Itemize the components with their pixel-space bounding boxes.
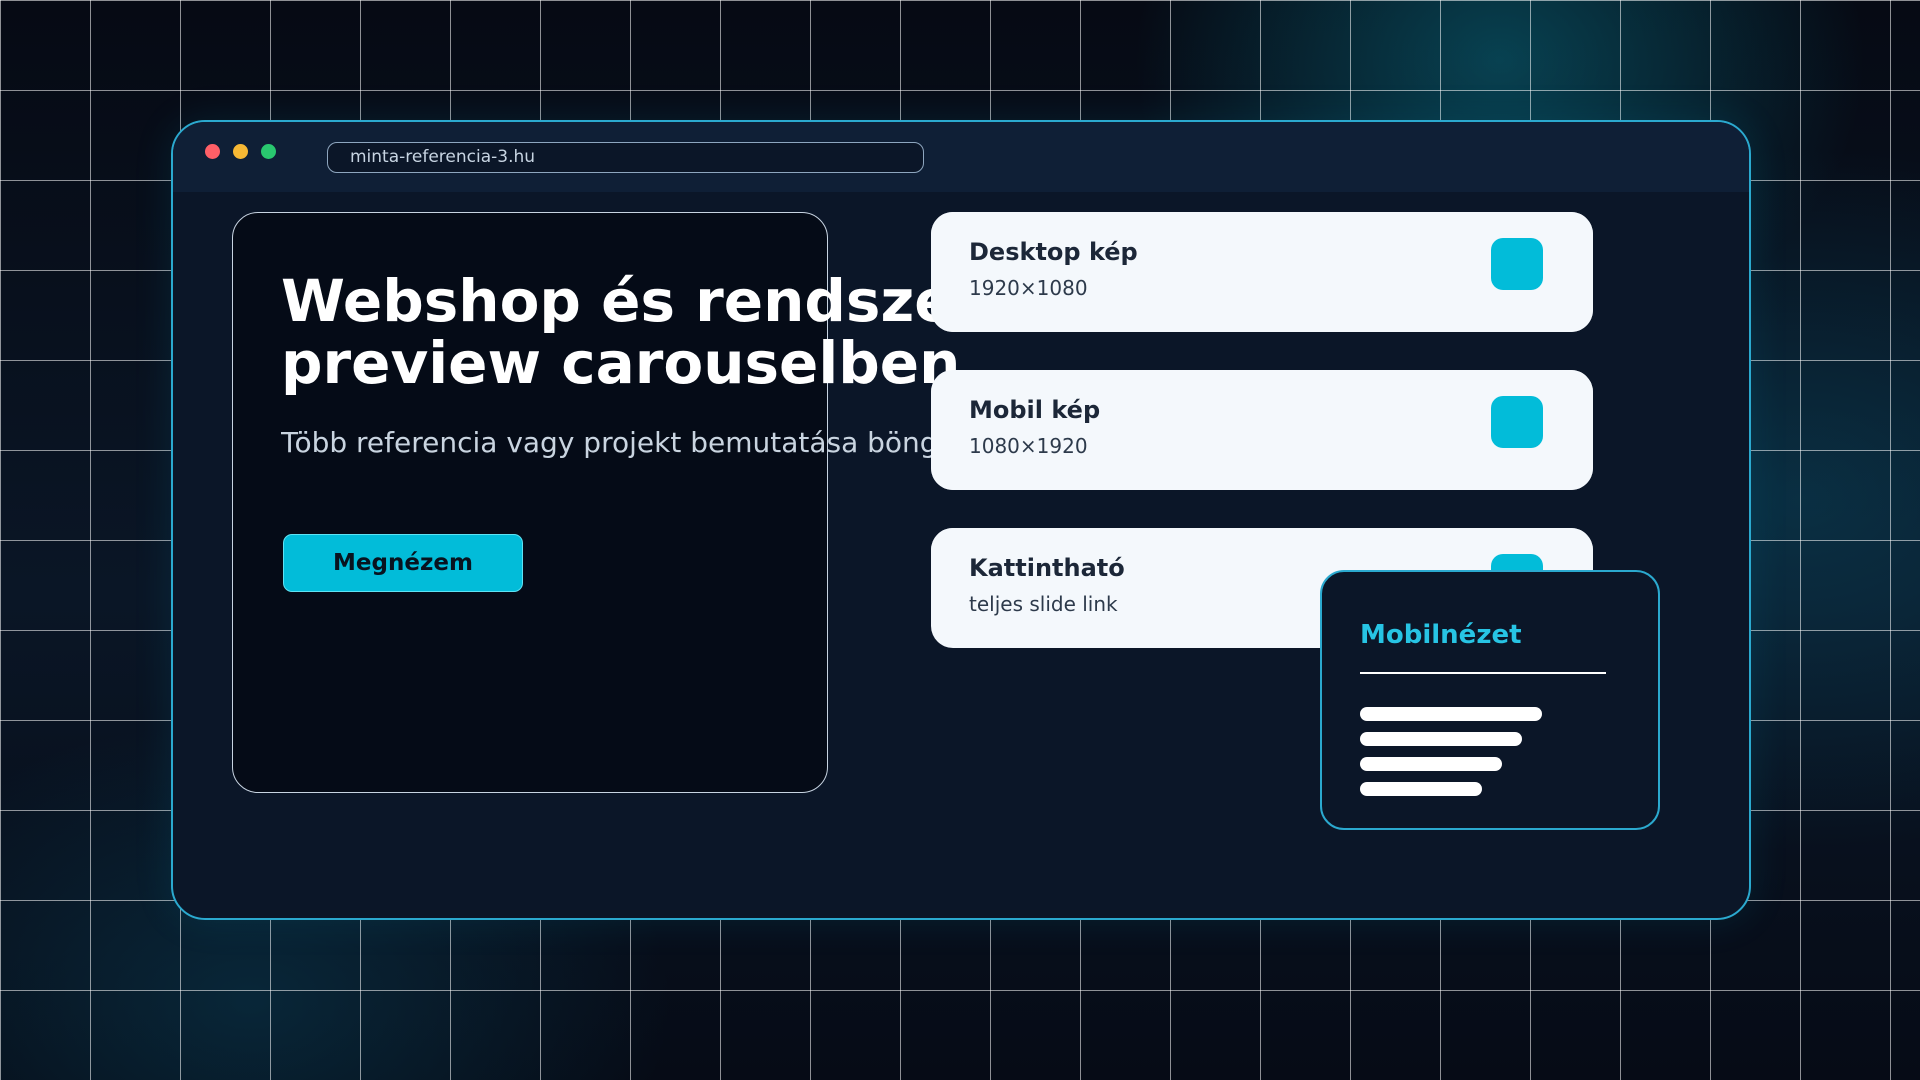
text-line-placeholder (1360, 707, 1542, 721)
card-meta: 1920×1080 (969, 276, 1088, 300)
window-close-dot[interactable] (205, 144, 220, 159)
accent-square-icon (1491, 396, 1543, 448)
cta-button[interactable]: Megnézem (283, 534, 523, 592)
card-desktop-image-overlay[interactable]: Desktop kép 1920×1080 (931, 212, 1593, 332)
window-maximize-dot[interactable] (261, 144, 276, 159)
card-title: Desktop kép (969, 238, 1138, 266)
mobile-preview-panel: Mobilnézet (1320, 570, 1660, 830)
divider (1360, 672, 1606, 674)
card-title: Kattintható (969, 554, 1125, 582)
window-minimize-dot[interactable] (233, 144, 248, 159)
text-line-placeholder (1360, 732, 1522, 746)
card-title: Mobil kép (969, 396, 1101, 424)
address-bar[interactable]: minta-referencia-3.hu (327, 142, 924, 173)
text-line-placeholder (1360, 757, 1502, 771)
hero-subtitle: Több referencia vagy projekt bemutatása … (281, 426, 941, 459)
accent-square-icon (1491, 238, 1543, 290)
card-meta: 1080×1920 (969, 434, 1088, 458)
text-line-placeholder (1360, 782, 1482, 796)
card-meta: teljes slide link (969, 592, 1118, 616)
card-mobile-image-overlay[interactable]: Mobil kép 1080×1920 (931, 370, 1593, 490)
browser-toolbar: minta-referencia-3.hu (173, 122, 1749, 192)
mobile-panel-title: Mobilnézet (1360, 620, 1522, 650)
